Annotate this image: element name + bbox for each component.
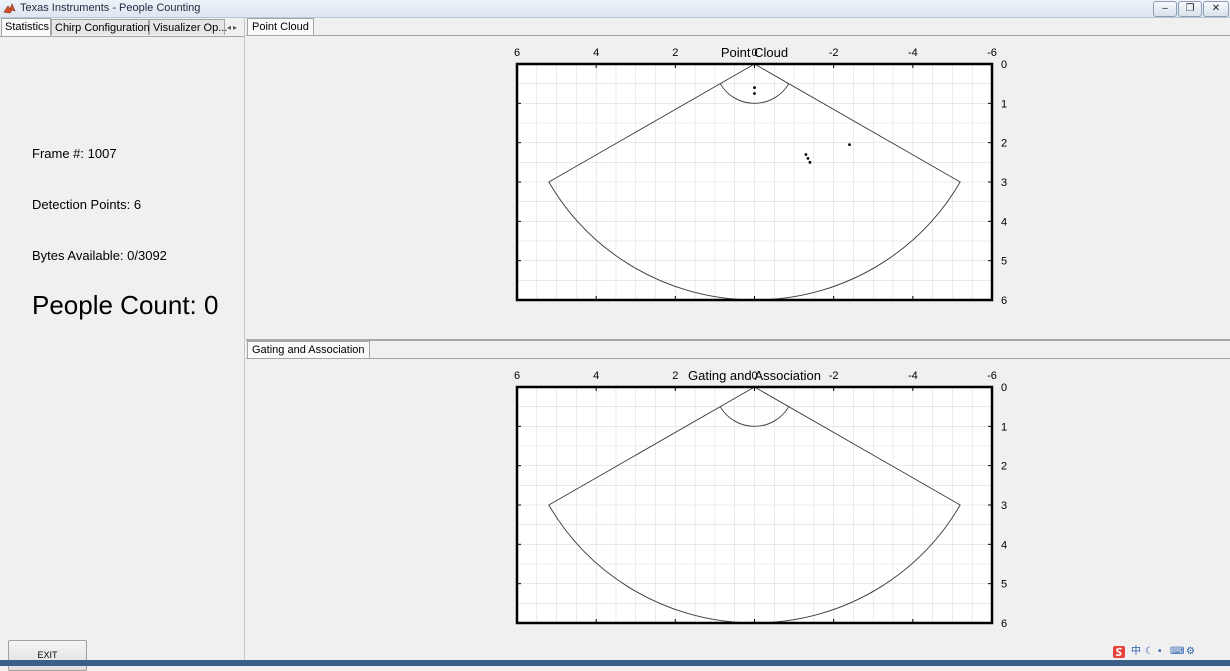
tab-scroll-arrows-icon[interactable]: ◂▸: [227, 23, 243, 33]
ime-keyboard-icon[interactable]: ⌨: [1170, 645, 1184, 658]
y-tick-label: 4: [1001, 539, 1007, 551]
title-bar: Texas Instruments - People Counting – ❐ …: [0, 0, 1230, 18]
gating-association-panel: Gating and Association 6 4 2 0 -2 -4 -6 0 1 2 3 4 5 6…: [246, 339, 1230, 662]
sogou-ime-icon[interactable]: [1112, 645, 1126, 659]
window-title: Texas Instruments - People Counting: [20, 2, 201, 14]
y-tick-label: 4: [1001, 216, 1007, 228]
ime-punctuation-icon[interactable]: •: [1158, 645, 1162, 658]
point-cloud-content: 6 4 2 0 -2 -4 -6 0 1 2 3 4 5 6 Point Cloud: [246, 35, 1230, 338]
y-tick-label: 1: [1001, 98, 1007, 110]
y-tick-label: 1: [1001, 421, 1007, 433]
restore-button[interactable]: ❐: [1178, 1, 1202, 17]
y-tick-label: 6: [1001, 295, 1007, 307]
x-tick-label: -6: [987, 370, 997, 382]
ime-moon-icon[interactable]: ☾: [1145, 645, 1154, 658]
exit-button[interactable]: EXIT: [8, 640, 87, 671]
point-cloud-panel: Point Cloud 6 4 2 0 -2 -4 -6 0 1 2 3 4 5 6 Point Cloud: [246, 18, 1230, 338]
y-tick-label: 5: [1001, 579, 1007, 591]
data-point: [804, 153, 808, 156]
x-tick-label: 4: [593, 370, 599, 382]
bytes-available: Bytes Available: 0/3092: [32, 248, 167, 263]
close-button[interactable]: ✕: [1203, 1, 1229, 17]
tab-visualizer-options[interactable]: Visualizer Op...: [149, 19, 227, 35]
tab-chirp-configuration[interactable]: Chirp Configuration: [51, 19, 150, 35]
point-cloud-plot[interactable]: 6 4 2 0 -2 -4 -60123456Point Cloud: [246, 36, 1230, 336]
left-panel: Statistics Chirp Configuration Visualize…: [0, 18, 245, 671]
frame-number: Frame #: 1007: [32, 146, 117, 161]
data-point: [808, 160, 812, 164]
y-tick-label: 2: [1001, 461, 1007, 473]
data-point: [753, 86, 756, 89]
y-tick-label: 0: [1001, 59, 1007, 71]
y-tick-label: 0: [1001, 382, 1007, 394]
x-tick-label: -2: [829, 370, 839, 382]
people-count: People Count: 0: [32, 290, 219, 320]
x-tick-label: 2: [672, 47, 678, 59]
tab-gating-association[interactable]: Gating and Association: [247, 341, 370, 358]
x-tick-label: 6: [514, 370, 520, 382]
ime-tray: 中 ☾ • ⌨ ⚙: [1112, 645, 1230, 659]
data-point: [806, 157, 810, 160]
x-tick-label: -4: [908, 370, 918, 382]
minimize-icon: –: [1162, 3, 1168, 14]
plot-title: Point Cloud: [721, 45, 788, 60]
statistics-panel: Frame #: 1007 Detection Points: 6 Bytes …: [0, 36, 244, 671]
ime-chinese-mode-icon[interactable]: 中: [1131, 645, 1141, 658]
x-tick-label: -2: [829, 47, 839, 59]
y-tick-label: 2: [1001, 138, 1007, 150]
x-tick-label: -4: [908, 47, 918, 59]
plot-title: Gating and Association: [688, 368, 821, 383]
tab-point-cloud[interactable]: Point Cloud: [247, 18, 314, 35]
data-point: [848, 143, 851, 147]
y-tick-label: 3: [1001, 500, 1007, 512]
y-tick-label: 3: [1001, 177, 1007, 189]
y-tick-label: 5: [1001, 256, 1007, 268]
detection-points: Detection Points: 6: [32, 197, 142, 212]
x-tick-label: 6: [514, 47, 520, 59]
gating-association-content: 6 4 2 0 -2 -4 -6 0 1 2 3 4 5 6 Gating and Association: [246, 358, 1230, 662]
close-icon: ✕: [1211, 3, 1221, 14]
gating-association-plot[interactable]: 6 4 2 0 -2 -4 -60123456Gating and Association: [246, 359, 1230, 659]
x-tick-label: 2: [672, 370, 678, 382]
matlab-logo-icon: [3, 3, 16, 14]
y-tick-label: 6: [1001, 618, 1007, 630]
minimize-button[interactable]: –: [1153, 1, 1177, 17]
restore-icon: ❐: [1185, 3, 1195, 14]
x-tick-label: -6: [987, 47, 997, 59]
tab-statistics[interactable]: Statistics: [1, 18, 51, 36]
left-tab-strip: Statistics Chirp Configuration Visualize…: [0, 18, 244, 36]
ime-settings-icon[interactable]: ⚙: [1186, 645, 1195, 658]
x-tick-label: 4: [593, 47, 599, 59]
data-point: [753, 92, 756, 95]
taskbar: [0, 660, 1230, 666]
